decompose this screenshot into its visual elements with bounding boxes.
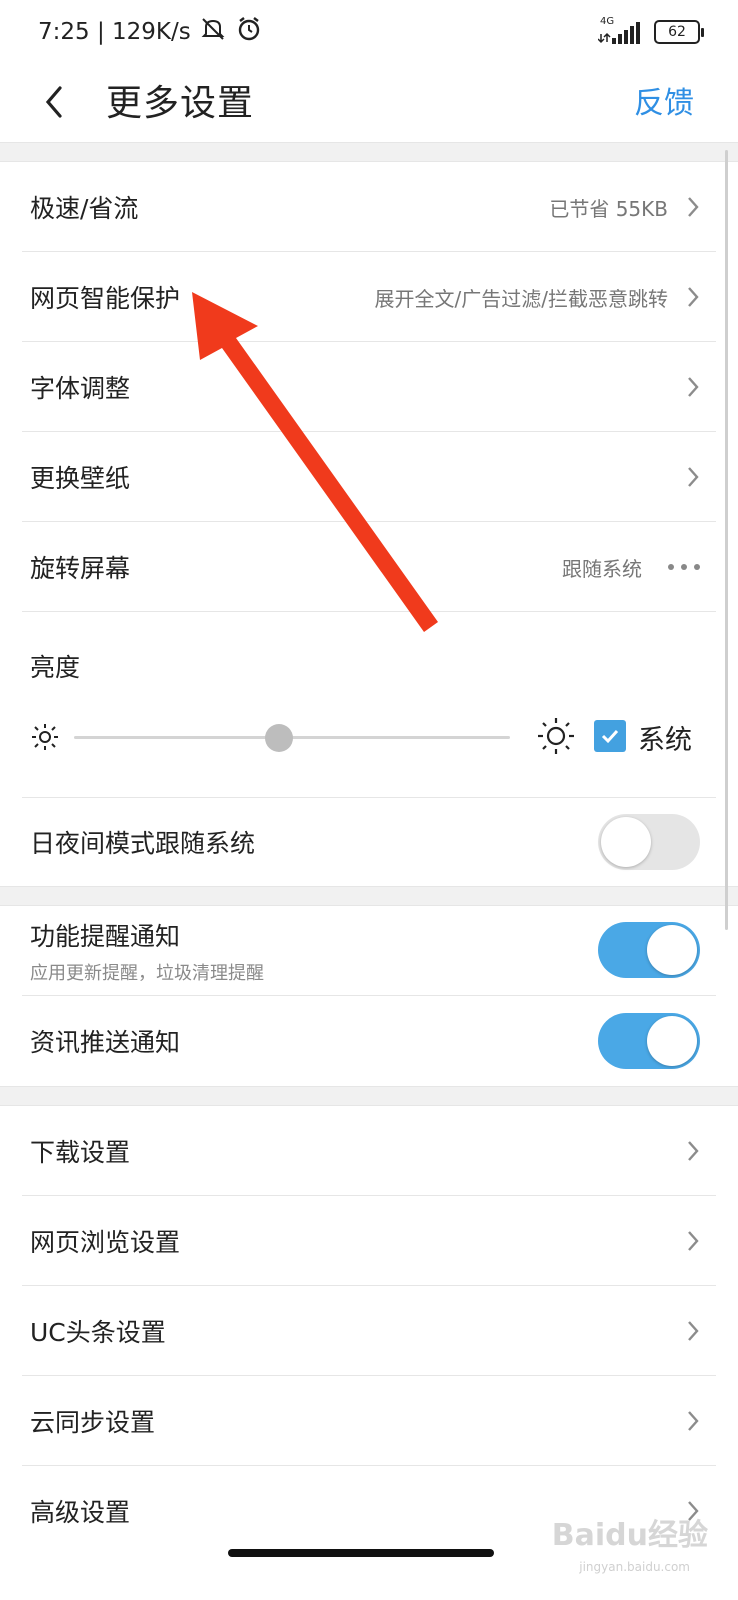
setting-value: 展开全文/广告过滤/拦截恶意跳转 [374, 286, 668, 311]
chevron-right-icon [686, 195, 700, 219]
home-indicator[interactable] [228, 1549, 494, 1557]
chevron-right-icon [686, 285, 700, 309]
chevron-right-icon [686, 1409, 700, 1433]
setting-download[interactable]: 下载设置 [0, 1106, 738, 1196]
section-divider [0, 1086, 738, 1106]
setting-label: 下载设置 [30, 1138, 131, 1167]
setting-cloud-sync[interactable]: 云同步设置 [0, 1376, 738, 1466]
back-button[interactable] [34, 78, 74, 126]
status-time-speed: 7:25 | 129K/s [38, 19, 191, 45]
battery-level: 62 [668, 24, 686, 40]
setting-font-adjust[interactable]: 字体调整 [0, 342, 738, 432]
page-title: 更多设置 [106, 83, 255, 124]
chevron-right-icon [686, 1319, 700, 1343]
feedback-button[interactable]: 反馈 [634, 78, 694, 122]
setting-value: 跟随系统 [562, 556, 642, 581]
scrollbar[interactable] [725, 150, 728, 930]
function-notify-toggle[interactable] [598, 922, 700, 978]
setting-label: 网页智能保护 [30, 284, 181, 313]
setting-label: 资讯推送通知 [30, 1028, 181, 1057]
section-divider [0, 886, 738, 906]
setting-label: 亮度 [30, 653, 81, 682]
system-brightness-label: 系统 [638, 725, 692, 756]
setting-rotate-screen[interactable]: 旋转屏幕 跟随系统 [0, 522, 738, 612]
chevron-right-icon [686, 1139, 700, 1163]
sun-small-icon [30, 722, 60, 756]
setting-brightness: 亮度 系统 [0, 612, 738, 798]
setting-uc-news[interactable]: UC头条设置 [0, 1286, 738, 1376]
more-icon[interactable] [668, 564, 700, 570]
setting-wallpaper[interactable]: 更换壁纸 [0, 432, 738, 522]
alarm-icon [235, 15, 263, 49]
brightness-slider-thumb[interactable] [264, 724, 293, 752]
brightness-slider-row: 系统 [26, 712, 716, 762]
setting-label: 日夜间模式跟随系统 [30, 829, 256, 858]
signal-icon: 4G [598, 16, 644, 44]
setting-subtitle: 应用更新提醒，垃圾清理提醒 [30, 963, 264, 984]
setting-night-mode: 日夜间模式跟随系统 [0, 798, 738, 886]
setting-label: 高级设置 [30, 1498, 131, 1527]
baidu-watermark: Baidu经验 [551, 1518, 708, 1553]
toggle-knob [647, 1016, 697, 1066]
setting-web-protection[interactable]: 网页智能保护 展开全文/广告过滤/拦截恶意跳转 [0, 252, 738, 342]
setting-function-notify: 功能提醒通知 应用更新提醒，垃圾清理提醒 [0, 906, 738, 996]
app-header: 更多设置 反馈 [0, 64, 738, 142]
setting-speed-saving[interactable]: 极速/省流 已节省 55KB [0, 162, 738, 252]
chevron-left-icon [45, 86, 62, 118]
toggle-knob [647, 925, 697, 975]
mute-icon [199, 15, 227, 49]
setting-label: 云同步设置 [30, 1408, 156, 1437]
chevron-right-icon [686, 375, 700, 399]
status-bar: 7:25 | 129K/s 4G 62 [0, 0, 738, 64]
baidu-watermark-url: jingyan.baidu.com [579, 1560, 690, 1574]
system-brightness-checkbox[interactable] [594, 720, 626, 752]
setting-label: UC头条设置 [30, 1318, 166, 1347]
setting-value: 已节省 55KB [549, 196, 668, 221]
setting-label: 更换壁纸 [30, 464, 131, 493]
setting-label: 极速/省流 [30, 194, 139, 223]
setting-label: 网页浏览设置 [30, 1228, 181, 1257]
battery-icon: 62 [654, 20, 704, 44]
sun-large-icon [536, 716, 576, 760]
section-divider [0, 142, 738, 162]
chevron-right-icon [686, 465, 700, 489]
news-push-toggle[interactable] [598, 1013, 700, 1069]
night-mode-toggle[interactable] [598, 814, 700, 870]
toggle-knob [601, 817, 651, 867]
setting-label: 字体调整 [30, 374, 131, 403]
setting-label: 旋转屏幕 [30, 554, 131, 583]
check-icon [601, 729, 619, 744]
setting-news-push: 资讯推送通知 [0, 996, 738, 1086]
chevron-right-icon [686, 1229, 700, 1253]
setting-label: 功能提醒通知 [30, 922, 181, 951]
setting-web-browse[interactable]: 网页浏览设置 [0, 1196, 738, 1286]
